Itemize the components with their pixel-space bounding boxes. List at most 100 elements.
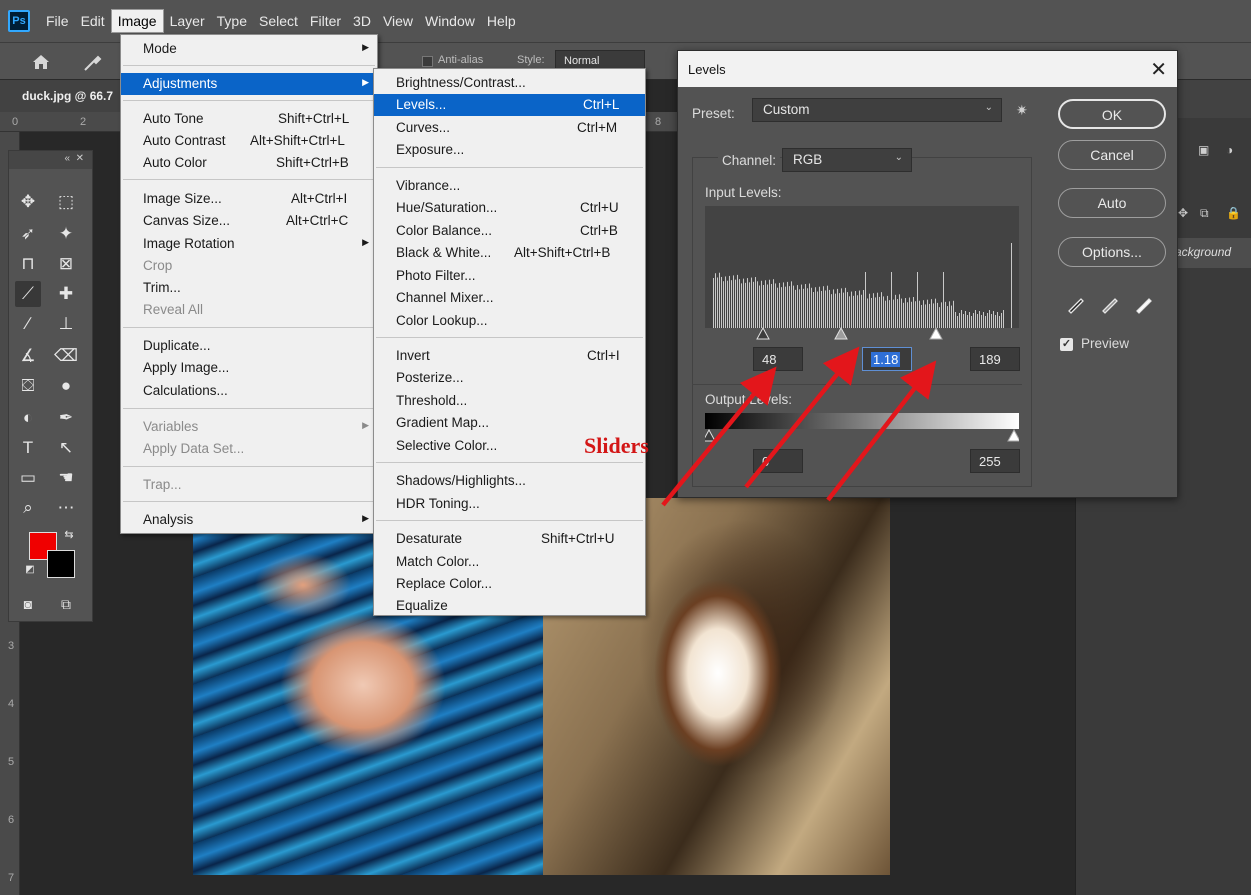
input-gamma-field[interactable]: 1.18 xyxy=(862,347,912,371)
zoom-tool-icon[interactable]: ⌕ xyxy=(15,495,41,521)
menu-item-photo-filter[interactable]: Photo Filter... xyxy=(374,265,645,287)
output-black-field[interactable]: 0 xyxy=(753,449,803,473)
menu-type[interactable]: Type xyxy=(211,10,253,32)
menu-item-apply-image[interactable]: Apply Image... xyxy=(121,357,377,379)
image-icon[interactable]: ▣ xyxy=(1198,143,1209,157)
menu-item-vibrance[interactable]: Vibrance... xyxy=(374,175,645,197)
brush-tool-icon[interactable]: ∕ xyxy=(15,311,41,337)
menu-item-replace-color[interactable]: Replace Color... xyxy=(374,573,645,595)
menu-item-black-white[interactable]: Black & White... Alt+Shift+Ctrl+B xyxy=(374,242,645,264)
close-icon[interactable]: ✕ xyxy=(1150,57,1167,82)
menu-item-auto-contrast[interactable]: Auto Contrast Alt+Shift+Ctrl+L xyxy=(121,130,377,152)
background-color-swatch[interactable] xyxy=(47,550,75,578)
white-point-slider[interactable] xyxy=(929,327,943,340)
white-eyedropper-icon[interactable] xyxy=(1134,292,1156,314)
crop-tool-icon[interactable]: ⊓ xyxy=(15,251,41,277)
black-eyedropper-icon[interactable] xyxy=(1066,292,1088,314)
menu-item-trim[interactable]: Trim... xyxy=(121,277,377,299)
artboard-lock-icon[interactable]: ⧉ xyxy=(1200,206,1209,221)
gamma-slider[interactable] xyxy=(834,327,848,340)
menu-item-channel-mixer[interactable]: Channel Mixer... xyxy=(374,287,645,309)
channel-select[interactable]: RGB ⌄ xyxy=(782,148,912,172)
menu-image[interactable]: Image xyxy=(110,9,164,33)
menu-filter[interactable]: Filter xyxy=(304,10,347,32)
menu-item-canvas-size[interactable]: Canvas Size... Alt+Ctrl+C xyxy=(121,210,377,232)
menu-item-variables[interactable]: Variables ▶ xyxy=(121,416,377,438)
menu-item-crop[interactable]: Crop xyxy=(121,255,377,277)
auto-button[interactable]: Auto xyxy=(1058,188,1166,218)
dodge-tool-icon[interactable]: ◐ xyxy=(15,405,41,431)
close-icon[interactable]: ✕ xyxy=(76,153,84,164)
screen-mode-icon[interactable]: ⧉ xyxy=(53,591,79,617)
marquee-tool-icon[interactable]: ⬚ xyxy=(53,189,79,215)
lasso-tool-icon[interactable]: ➶ xyxy=(15,221,41,247)
menu-layer[interactable]: Layer xyxy=(164,10,211,32)
gear-icon[interactable]: ✷ xyxy=(1016,102,1028,119)
document-tab[interactable]: duck.jpg @ 66.7 xyxy=(0,80,125,112)
output-white-slider[interactable] xyxy=(1007,429,1019,442)
move-lock-icon[interactable]: ✥ xyxy=(1178,206,1188,220)
black-point-slider[interactable] xyxy=(756,327,770,340)
menu-item-image-size[interactable]: Image Size... Alt+Ctrl+I xyxy=(121,188,377,210)
type-tool-icon[interactable]: T xyxy=(15,435,41,461)
healing-brush-tool-icon[interactable]: ✚ xyxy=(53,281,79,307)
collapse-icon[interactable]: « xyxy=(64,153,70,164)
menu-item-shadows-highlights[interactable]: Shadows/Highlights... xyxy=(374,470,645,492)
blur-tool-icon[interactable]: ● xyxy=(53,373,79,399)
menu-item-reveal-all[interactable]: Reveal All xyxy=(121,299,377,321)
lock-icon[interactable]: 🔒 xyxy=(1226,206,1241,220)
gray-eyedropper-icon[interactable] xyxy=(1100,292,1122,314)
menu-item-auto-tone[interactable]: Auto Tone Shift+Ctrl+L xyxy=(121,108,377,130)
menu-item-threshold[interactable]: Threshold... xyxy=(374,390,645,412)
menu-item-exposure[interactable]: Exposure... xyxy=(374,139,645,161)
menu-item-duplicate[interactable]: Duplicate... xyxy=(121,335,377,357)
preview-checkbox[interactable]: ✓ xyxy=(1060,338,1073,351)
menu-item-analysis[interactable]: Analysis ▶ xyxy=(121,509,377,531)
photoshop-logo[interactable]: Ps xyxy=(8,10,30,32)
menu-item-auto-color[interactable]: Auto Color Shift+Ctrl+B xyxy=(121,152,377,174)
menu-window[interactable]: Window xyxy=(419,10,481,32)
menu-item-color-lookup[interactable]: Color Lookup... xyxy=(374,310,645,332)
menu-item-curves[interactable]: Curves... Ctrl+M xyxy=(374,117,645,139)
menu-edit[interactable]: Edit xyxy=(75,10,111,32)
menu-item-hue-saturation[interactable]: Hue/Saturation... Ctrl+U xyxy=(374,197,645,219)
menu-item-equalize[interactable]: Equalize xyxy=(374,595,645,617)
cancel-button[interactable]: Cancel xyxy=(1058,140,1166,170)
menu-view[interactable]: View xyxy=(377,10,419,32)
eyedropper-icon[interactable] xyxy=(82,51,104,73)
more-tools-icon[interactable]: ⋯ xyxy=(53,495,79,521)
rectangle-tool-icon[interactable]: ▭ xyxy=(15,465,41,491)
menu-item-desaturate[interactable]: Desaturate Shift+Ctrl+U xyxy=(374,528,645,550)
menu-item-mode[interactable]: Mode ▶ xyxy=(121,38,377,60)
menu-help[interactable]: Help xyxy=(481,10,522,32)
stamp-tool-icon[interactable]: ⊥ xyxy=(53,311,79,337)
eyedropper-tool-icon[interactable]: ⟋ xyxy=(15,281,41,307)
menu-item-brightness-contrast[interactable]: Brightness/Contrast... xyxy=(374,72,645,94)
menu-item-hdr-toning[interactable]: HDR Toning... xyxy=(374,493,645,515)
menu-item-posterize[interactable]: Posterize... xyxy=(374,367,645,389)
home-icon[interactable] xyxy=(30,51,52,73)
menu-item-adjustments[interactable]: Adjustments ▶ xyxy=(121,73,377,95)
path-selection-tool-icon[interactable]: ↖ xyxy=(53,435,79,461)
menu-select[interactable]: Select xyxy=(253,10,304,32)
menu-item-trap[interactable]: Trap... xyxy=(121,474,377,496)
paint-bucket-tool-icon[interactable]: ⛋ xyxy=(15,373,41,399)
preset-select[interactable]: Custom ⌄ xyxy=(752,98,1002,122)
hand-tool-icon[interactable]: ☚ xyxy=(53,465,79,491)
menu-item-color-balance[interactable]: Color Balance... Ctrl+B xyxy=(374,220,645,242)
magic-wand-tool-icon[interactable]: ✦ xyxy=(53,221,79,247)
input-white-field[interactable]: 189 xyxy=(970,347,1020,371)
menu-file[interactable]: File xyxy=(40,10,75,32)
quick-mask-icon[interactable]: ◙ xyxy=(15,591,41,617)
circle-half-icon[interactable]: ◑ xyxy=(1226,143,1233,157)
eraser-tool-icon[interactable]: ⌫ xyxy=(53,343,79,369)
pen-tool-icon[interactable]: ✒ xyxy=(53,405,79,431)
input-black-field[interactable]: 48 xyxy=(753,347,803,371)
output-white-field[interactable]: 255 xyxy=(970,449,1020,473)
options-button[interactable]: Options... xyxy=(1058,237,1166,267)
menu-item-match-color[interactable]: Match Color... xyxy=(374,551,645,573)
default-colors-icon[interactable]: ◩ xyxy=(23,562,37,576)
history-brush-tool-icon[interactable]: ∡ xyxy=(15,343,41,369)
menu-item-invert[interactable]: Invert Ctrl+I xyxy=(374,345,645,367)
menu-item-gradient-map[interactable]: Gradient Map... xyxy=(374,412,645,434)
